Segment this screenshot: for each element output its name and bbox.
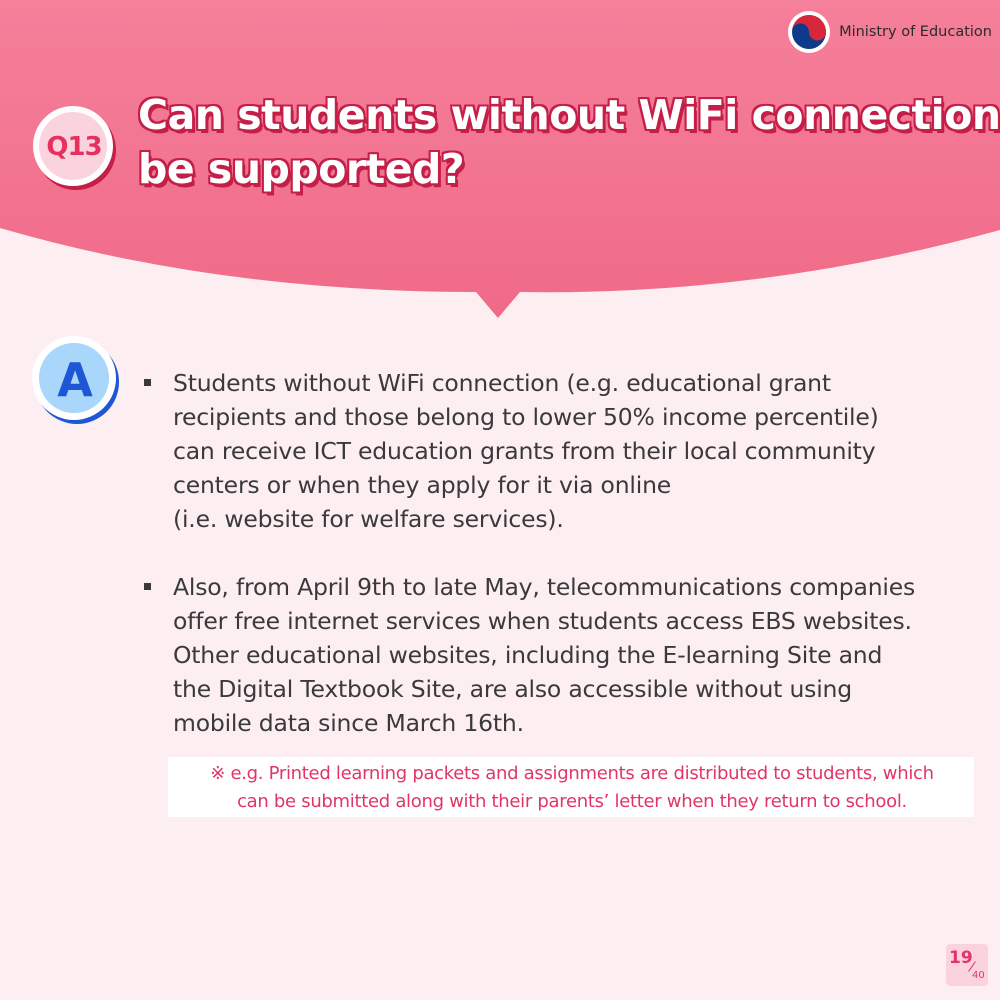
answer-badge: A: [28, 332, 122, 426]
bullet-text: Students without WiFi connection (e.g. e…: [173, 366, 980, 536]
bullet-line: centers or when they apply for it via on…: [173, 471, 672, 499]
brand: Ministry of Education: [787, 10, 992, 54]
answer-letter: A: [57, 353, 93, 407]
bullet-line: the Digital Textbook Site, are also acce…: [173, 675, 852, 703]
bullet-line: Other educational websites, including th…: [173, 641, 883, 669]
example-note: ※ e.g. Printed learning packets and assi…: [168, 757, 974, 817]
page-indicator: 19 40: [946, 944, 988, 986]
bullet-square-icon: [144, 583, 151, 590]
bullet-line: Also, from April 9th to late May, teleco…: [173, 573, 916, 601]
page-current: 19: [949, 948, 973, 968]
bullet-square-icon: [144, 379, 151, 386]
brand-name: Ministry of Education: [839, 24, 992, 40]
note-line: can be submitted along with their parent…: [237, 791, 907, 812]
question-badge: Q13: [30, 103, 118, 191]
page-title: Can students without WiFi connection be …: [138, 88, 1000, 196]
title-line: Can students without WiFi connection: [138, 91, 1000, 139]
note-line: ※ e.g. Printed learning packets and assi…: [210, 763, 934, 784]
bullet-line: can receive ICT education grants from th…: [173, 437, 876, 465]
bullet-text: Also, from April 9th to late May, teleco…: [173, 570, 980, 740]
question-number: Q13: [46, 132, 102, 162]
answer-bullet: Students without WiFi connection (e.g. e…: [140, 366, 980, 536]
title-line: be supported?: [138, 145, 465, 193]
page-total: 40: [972, 970, 985, 981]
bullet-line: (i.e. website for welfare services).: [173, 505, 564, 533]
taegeuk-emblem-icon: [788, 11, 831, 53]
bullet-line: Students without WiFi connection (e.g. e…: [173, 369, 831, 397]
bullet-line: recipients and those belong to lower 50%…: [173, 403, 879, 431]
bullet-line: offer free internet services when studen…: [173, 607, 912, 635]
bullet-line: mobile data since March 16th.: [173, 709, 524, 737]
answer-bullet: Also, from April 9th to late May, teleco…: [140, 570, 980, 740]
